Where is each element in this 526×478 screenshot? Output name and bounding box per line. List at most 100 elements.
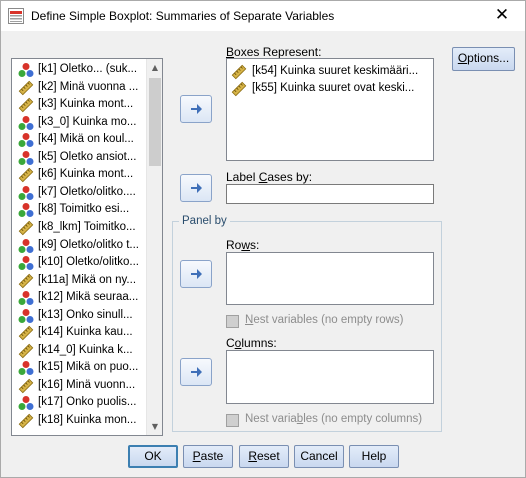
nominal-variable-icon [18,255,34,271]
reset-button[interactable]: Reset [239,445,289,468]
source-variable-item[interactable]: [k17] Onko puolis... [12,394,146,411]
source-variable-label: [k8_lkm] Toimitko... [38,220,136,233]
source-variable-label: [k2] Minä vuonna ... [38,80,139,93]
columns-list[interactable] [226,350,434,404]
help-button[interactable]: Help [349,445,399,468]
source-variable-label: [k14] Kuinka kau... [38,326,133,339]
window-title: Define Simple Boxplot: Summaries of Sepa… [31,9,335,23]
checkbox-icon [226,414,239,427]
source-variable-list[interactable]: [k1] Oletko... (suk... [k2] Minä vuonna .… [11,58,163,436]
nominal-variable-icon [18,202,34,218]
source-variable-label: [k3_0] Kuinka mo... [38,115,137,128]
source-variable-label: [k3] Kuinka mont... [38,98,134,111]
boxes-variable-label: [k55] Kuinka suuret ovat keski... [252,82,415,94]
paste-button[interactable]: Paste [183,445,233,468]
source-variable-item[interactable]: [k11a] Mikä on ny... [12,272,146,289]
scale-ruler-icon [18,378,34,394]
nominal-variable-icon [18,115,34,131]
nominal-variable-icon [18,185,34,201]
source-variable-item[interactable]: [k3] Kuinka mont... [12,96,146,113]
cancel-button[interactable]: Cancel [294,445,344,468]
source-variable-label: [k14_0] Kuinka k... [38,343,133,356]
move-to-label-cases-button[interactable] [180,174,212,202]
source-variable-item[interactable]: [k3_0] Kuinka mo... [12,114,146,131]
source-variable-item[interactable]: [k10] Oletko/olitko... [12,254,146,271]
source-variable-label: [k6] Kuinka mont... [38,168,134,181]
scale-ruler-icon [18,97,34,113]
options-button[interactable]: Options... [452,47,515,71]
source-variable-item[interactable]: [k8_lkm] Toimitko... [12,219,146,236]
spss-dialog-icon [8,8,24,24]
nest-columns-label: Nest variables (no empty columns) [245,413,423,425]
source-variable-item[interactable]: [k13] Onko sinull... [12,307,146,324]
source-variable-item[interactable]: [k1] Oletko... (suk... [12,61,146,78]
nominal-variable-icon [18,308,34,324]
source-variable-label: [k17] Onko puolis... [38,396,137,409]
arrow-right-icon [191,183,202,193]
source-variable-label: [k15] Mikä on puo... [38,361,139,374]
scale-ruler-icon [18,413,34,429]
source-variable-item[interactable]: [k2] Minä vuonna ... [12,79,146,96]
source-variable-item[interactable]: [k16] Minä vuonn... [12,377,146,394]
rows-list[interactable] [226,252,434,305]
label-cases-field[interactable] [226,184,434,204]
move-to-boxes-button[interactable] [180,95,212,123]
source-variable-label: [k8] Toimitko esi... [38,203,130,216]
source-variable-label: [k18] Kuinka mon... [38,414,137,426]
nominal-variable-icon [18,238,34,254]
arrow-right-icon [191,104,202,114]
title-bar: Define Simple Boxplot: Summaries of Sepa… [1,1,525,31]
panel-by-legend: Panel by [179,215,230,227]
source-variable-item[interactable]: [k4] Mikä on koul... [12,131,146,148]
source-variable-label: [k16] Minä vuonn... [38,378,136,391]
scale-ruler-icon [231,64,247,80]
scale-ruler-icon [18,325,34,341]
scale-ruler-icon [231,81,247,97]
nominal-variable-icon [18,360,34,376]
rows-label: Rows: [226,238,260,252]
dialog-window: Define Simple Boxplot: Summaries of Sepa… [0,0,526,478]
nominal-variable-icon [18,150,34,166]
source-variable-item[interactable]: [k14] Kuinka kau... [12,324,146,341]
boxes-represent-list[interactable]: [k54] Kuinka suuret keskimääri... [k55] K… [226,58,434,161]
boxes-variable-label: [k54] Kuinka suuret keskimääri... [252,65,419,77]
scale-ruler-icon [18,343,34,359]
source-variable-item[interactable]: [k9] Oletko/olitko t... [12,237,146,254]
source-variable-label: [k5] Oletko ansiot... [38,150,137,163]
nominal-variable-icon [18,290,34,306]
scroll-thumb[interactable] [149,78,161,166]
scale-ruler-icon [18,167,34,183]
boxes-variable-item[interactable]: [k55] Kuinka suuret ovat keski... [231,80,431,97]
nominal-variable-icon [18,395,34,411]
source-variable-item[interactable]: [k8] Toimitko esi... [12,201,146,218]
scale-ruler-icon [18,80,34,96]
ok-button[interactable]: OK [128,445,178,468]
label-cases-label: Label Cases by: [226,170,313,184]
source-variable-item[interactable]: [k14_0] Kuinka k... [12,342,146,359]
source-variable-item[interactable]: [k7] Oletko/olitko.... [12,184,146,201]
source-variable-label: [k13] Onko sinull... [38,308,133,321]
source-variable-item[interactable]: [k12] Mikä seuraa... [12,289,146,306]
checkbox-icon [226,315,239,328]
scale-ruler-icon [18,220,34,236]
source-variable-label: [k9] Oletko/olitko t... [38,238,139,251]
boxes-variable-item[interactable]: [k54] Kuinka suuret keskimääri... [231,63,431,80]
nominal-variable-icon [18,62,34,78]
scroll-up-arrow-icon[interactable]: ▲ [147,59,162,76]
source-variable-label: [k10] Oletko/olitko... [38,256,139,269]
source-variable-item[interactable]: [k15] Mikä on puo... [12,359,146,376]
source-list-scrollbar[interactable]: ▲ ▼ [146,59,162,435]
nest-rows-label: Nest variables (no empty rows) [245,314,404,326]
scroll-down-arrow-icon[interactable]: ▼ [147,418,162,435]
scale-ruler-icon [18,273,34,289]
source-variable-label: [k11a] Mikä on ny... [38,273,137,286]
source-variable-label: [k1] Oletko... (suk... [38,63,138,75]
source-variable-item[interactable]: [k5] Oletko ansiot... [12,149,146,166]
columns-label: Columns: [226,336,277,350]
source-variable-item[interactable]: [k6] Kuinka mont... [12,166,146,183]
source-variable-label: [k4] Mikä on koul... [38,133,134,146]
nominal-variable-icon [18,132,34,148]
close-button[interactable]: ✕ [479,1,525,31]
source-variable-item[interactable]: [k18] Kuinka mon... [12,412,146,429]
boxes-represent-label: Boxes Represent: [226,45,322,59]
